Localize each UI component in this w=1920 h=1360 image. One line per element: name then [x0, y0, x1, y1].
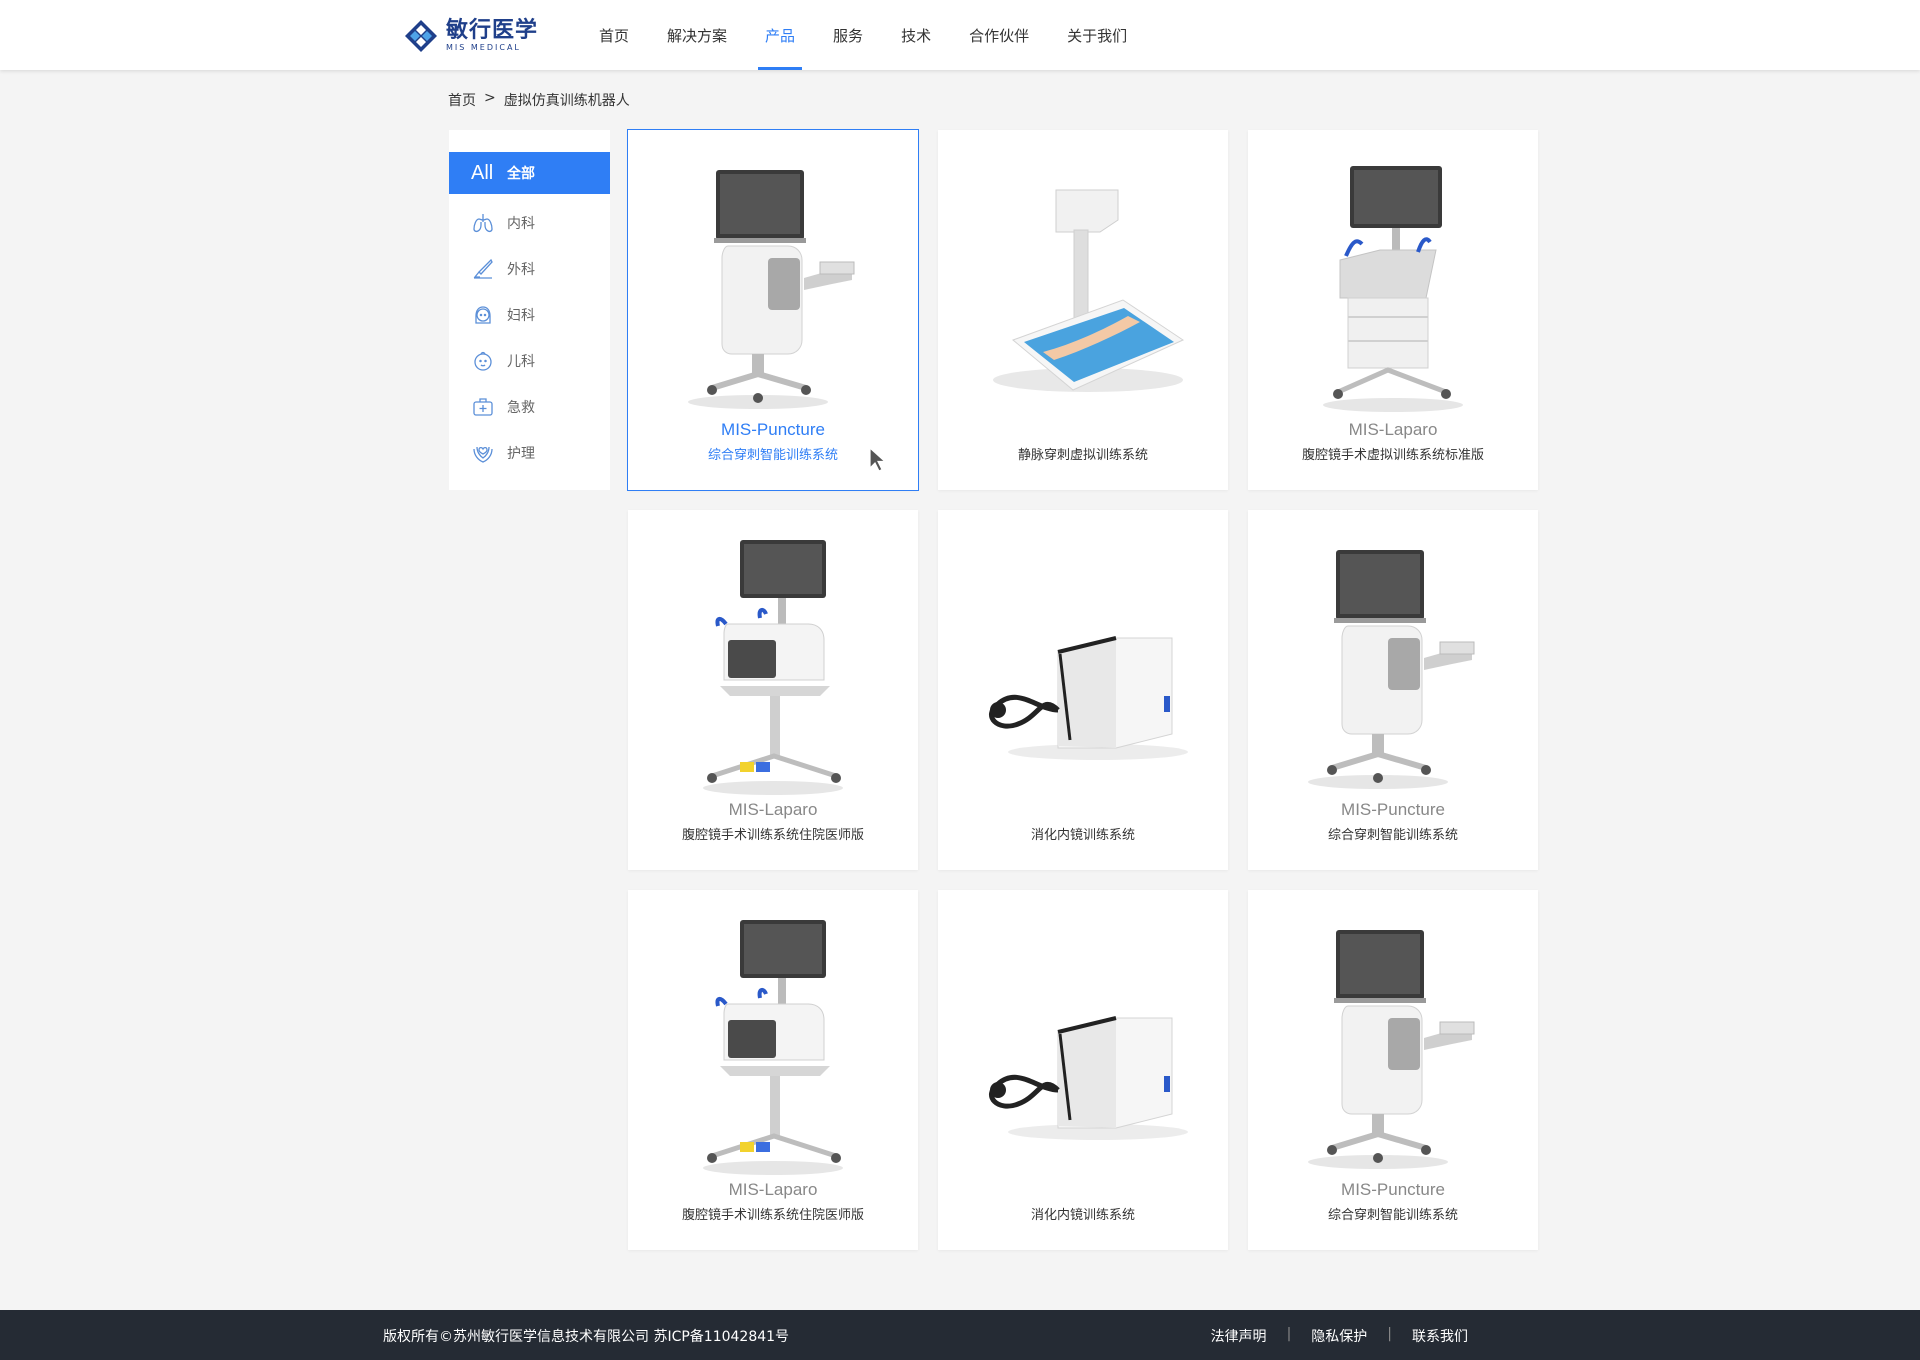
nav-products[interactable]: 产品: [746, 0, 814, 70]
caring-hands-icon: [473, 446, 493, 463]
category-gynecology[interactable]: 妇科: [449, 292, 610, 338]
main-nav: 首页 解决方案 产品 服务 技术 合作伙伴 关于我们: [580, 0, 1146, 70]
logo-text-cn: 敏行医学: [446, 18, 539, 43]
category-label: 护理: [507, 446, 535, 462]
product-card[interactable]: MIS-Laparo 腹腔镜手术训练系统住院医师版: [628, 890, 918, 1250]
breadcrumb-current: 虚拟仿真训练机器人: [503, 93, 630, 109]
category-label: 急救: [507, 400, 535, 416]
product-card[interactable]: MIS-Puncture 综合穿刺智能训练系统: [1248, 890, 1538, 1250]
product-description: 消化内镜训练系统: [1030, 828, 1135, 843]
breadcrumb: 首页 > 虚拟仿真训练机器人: [448, 90, 630, 110]
breadcrumb-separator: >: [484, 90, 496, 106]
category-internal-medicine[interactable]: 内科: [449, 200, 610, 246]
product-description: 静脉穿刺虚拟训练系统: [1017, 448, 1148, 463]
product-description: 综合穿刺智能训练系统: [1327, 828, 1458, 843]
category-all[interactable]: All 全部: [449, 152, 610, 194]
category-label: 全部: [507, 166, 535, 182]
product-grid: MIS-Puncture 综合穿刺智能训练系统 静脉穿刺虚拟训练系统 MIS-L…: [627, 129, 1538, 1250]
laparo-resident-image: [703, 540, 843, 795]
mouse-cursor-icon: [869, 446, 887, 472]
category-label: 妇科: [507, 308, 535, 324]
product-description: 消化内镜训练系统: [1030, 1208, 1135, 1223]
category-label: 内科: [507, 216, 535, 232]
product-description: 腹腔镜手术训练系统住院医师版: [681, 1208, 864, 1223]
nav-about[interactable]: 关于我们: [1048, 0, 1146, 70]
laparo-resident-image: [703, 920, 843, 1175]
footer-links: 法律声明 | 隐私保护 | 联系我们: [1191, 1326, 1488, 1346]
nav-home[interactable]: 首页: [580, 0, 648, 70]
category-surgery[interactable]: 外科: [449, 246, 610, 292]
category-first-aid[interactable]: 急救: [449, 384, 610, 430]
product-description: 综合穿刺智能训练系统: [1327, 1208, 1458, 1223]
first-aid-kit-icon: [473, 398, 493, 416]
puncture-cart-image: [1308, 550, 1475, 789]
puncture-cart-image: [688, 170, 855, 409]
product-description: 腹腔镜手术虚拟训练系统标准版: [1301, 448, 1484, 463]
scalpel-icon: [473, 258, 493, 279]
nav-solutions[interactable]: 解决方案: [648, 0, 746, 70]
copyright-text: 版权所有©苏州敏行医学信息技术有限公司 苏ICP备11042841号: [383, 1329, 790, 1345]
puncture-cart-image: [1308, 930, 1475, 1169]
endo-box-image: [989, 636, 1188, 760]
logo-mark-icon: [405, 20, 437, 52]
product-card[interactable]: 消化内镜训练系统: [938, 510, 1228, 870]
product-card[interactable]: 消化内镜训练系统: [938, 890, 1228, 1250]
all-icon: All: [471, 161, 494, 184]
lungs-icon: [473, 214, 493, 233]
category-label: 外科: [507, 262, 535, 278]
site-footer: 版权所有©苏州敏行医学信息技术有限公司 苏ICP备11042841号 法律声明 …: [0, 1310, 1920, 1360]
logo-text-en: MIS MEDICAL: [446, 43, 521, 52]
footer-link-contact[interactable]: 联系我们: [1392, 1326, 1488, 1346]
category-sidebar: All 全部 内科 外科 妇科 儿科 急救 护理: [449, 130, 610, 490]
endo-box-image: [989, 1016, 1188, 1140]
category-nursing[interactable]: 护理: [449, 430, 610, 476]
category-pediatrics[interactable]: 儿科: [449, 338, 610, 384]
breadcrumb-home[interactable]: 首页: [448, 90, 476, 110]
footer-link-legal[interactable]: 法律声明: [1191, 1326, 1287, 1346]
footer-link-privacy[interactable]: 隐私保护: [1291, 1326, 1387, 1346]
category-label: 儿科: [507, 354, 535, 370]
product-card[interactable]: MIS-Laparo 腹腔镜手术训练系统住院医师版: [628, 510, 918, 870]
logo[interactable]: 敏行医学 MIS MEDICAL: [404, 18, 538, 54]
woman-face-icon: [475, 306, 491, 324]
vein-projector-image: [993, 189, 1185, 392]
product-card[interactable]: MIS-Puncture 综合穿刺智能训练系统: [1248, 510, 1538, 870]
nav-services[interactable]: 服务: [814, 0, 882, 70]
product-model: MIS-Laparo: [728, 800, 818, 819]
nav-partners[interactable]: 合作伙伴: [950, 0, 1048, 70]
product-card[interactable]: 静脉穿刺虚拟训练系统: [938, 130, 1228, 490]
product-model: MIS-Puncture: [721, 420, 825, 439]
product-description: 腹腔镜手术训练系统住院医师版: [681, 828, 864, 843]
nav-technology[interactable]: 技术: [882, 0, 950, 70]
product-model: MIS-Laparo: [728, 1180, 818, 1199]
site-header: 敏行医学 MIS MEDICAL 首页 解决方案 产品 服务 技术 合作伙伴 关…: [0, 0, 1920, 70]
laparo-standard-image: [1323, 166, 1463, 412]
product-model: MIS-Laparo: [1348, 420, 1438, 439]
baby-face-icon: [474, 351, 492, 371]
product-model: MIS-Puncture: [1341, 800, 1445, 819]
product-model: MIS-Puncture: [1341, 1180, 1445, 1199]
product-card[interactable]: MIS-Laparo 腹腔镜手术虚拟训练系统标准版: [1248, 130, 1538, 490]
product-card[interactable]: MIS-Puncture 综合穿刺智能训练系统: [627, 129, 919, 491]
